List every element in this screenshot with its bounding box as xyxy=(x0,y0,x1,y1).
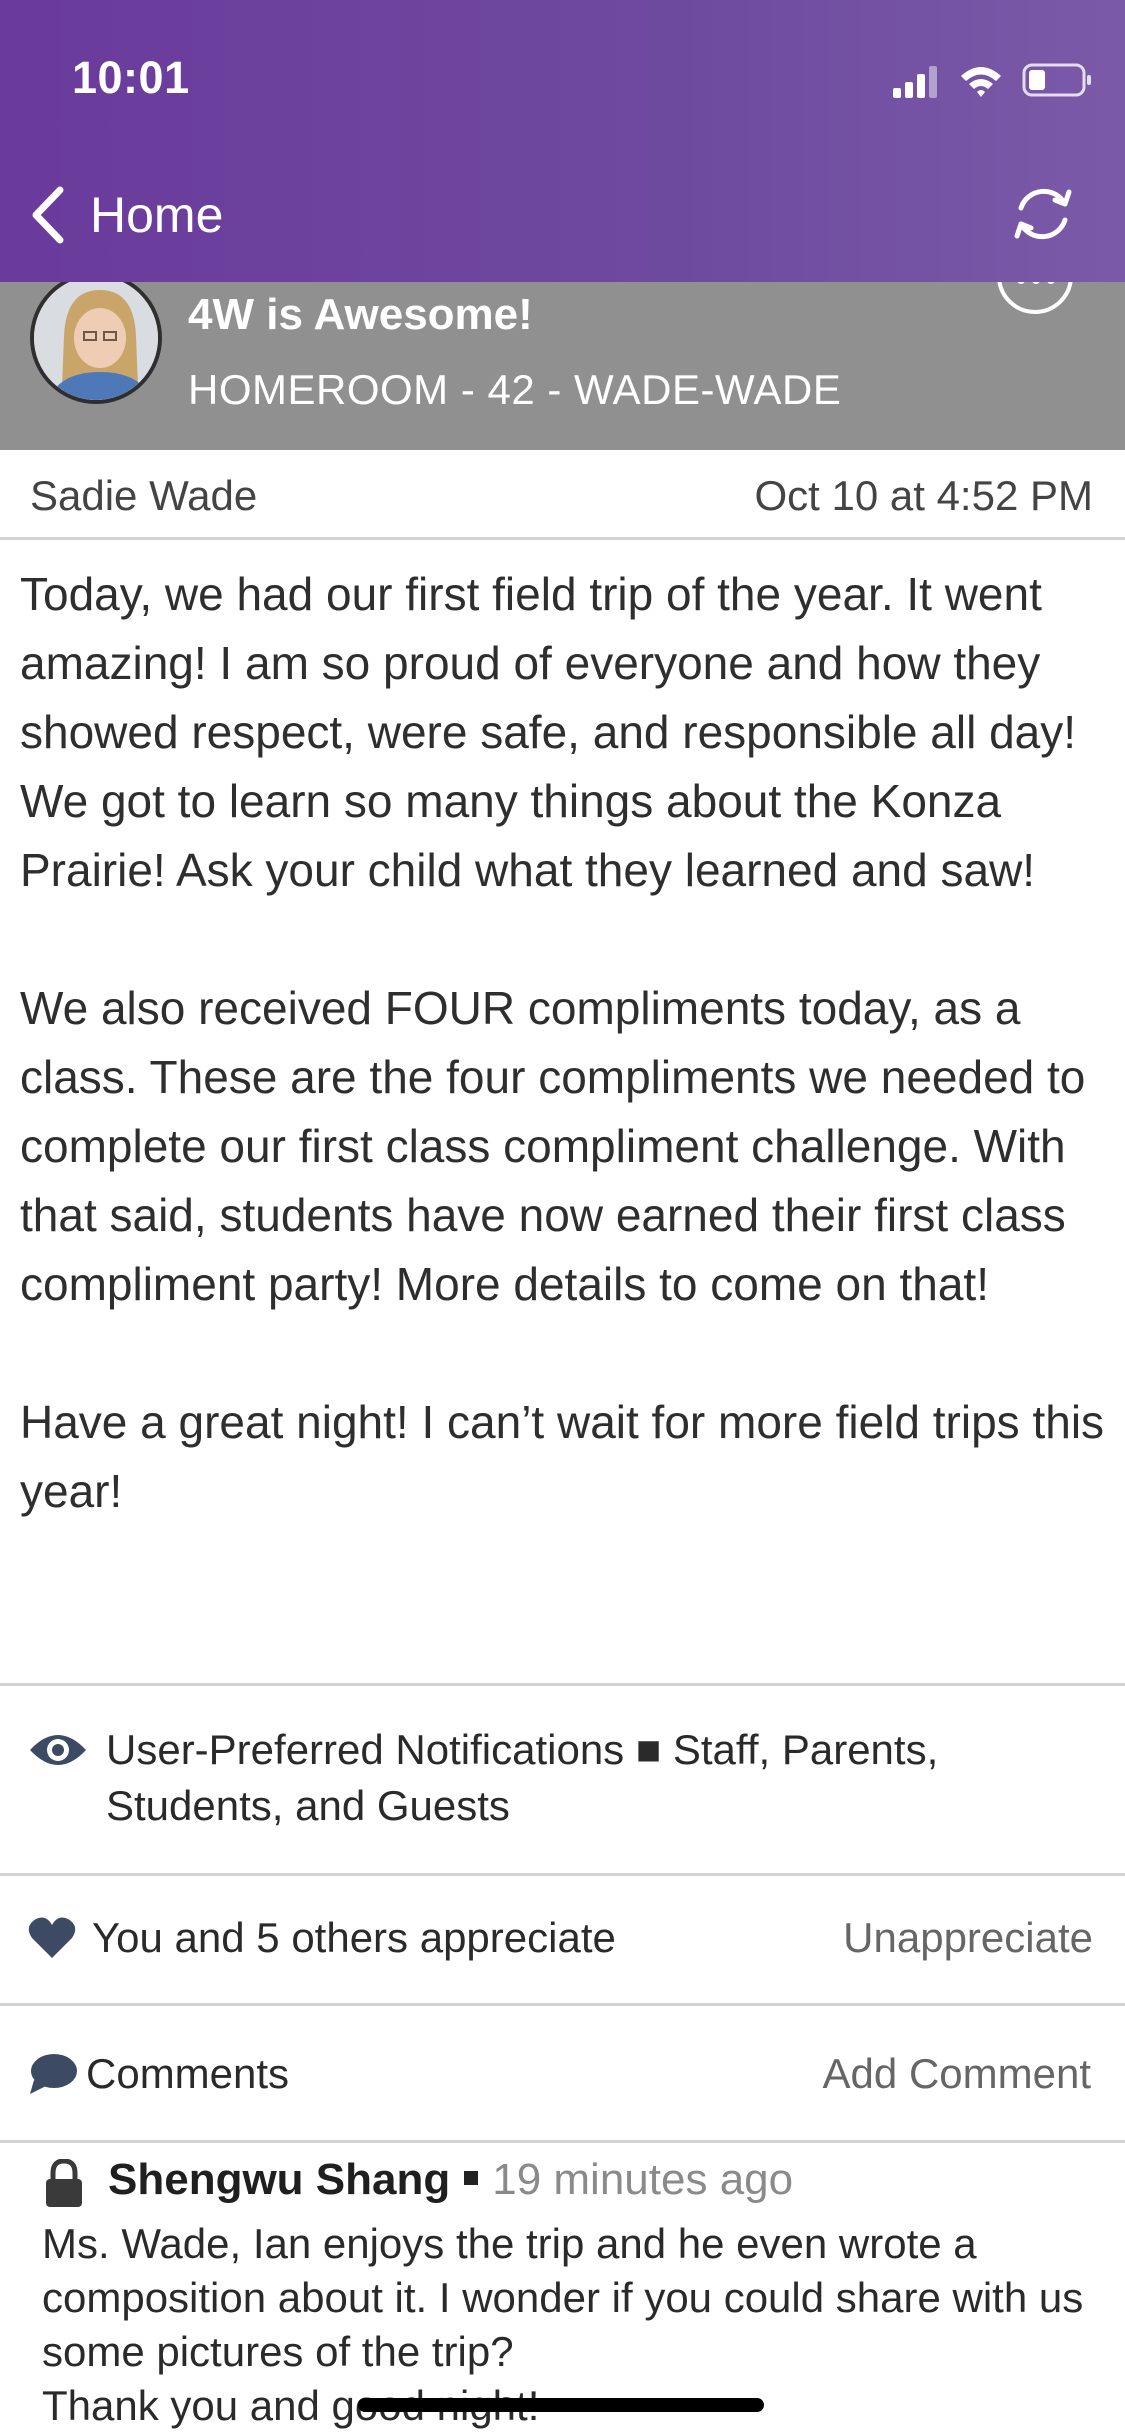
appreciate-count: You and 5 others appreciate xyxy=(92,1914,616,1961)
refresh-icon[interactable] xyxy=(1007,178,1079,250)
more-options-button[interactable] xyxy=(997,282,1073,314)
visibility-text: User-Preferred Notifications ■ Staff, Pa… xyxy=(106,1726,939,1829)
battery-icon xyxy=(1022,63,1091,97)
divider xyxy=(0,2140,1125,2143)
top-bar: 10:01 Home xyxy=(0,0,1125,282)
comments-label: Comments xyxy=(86,2050,290,2097)
group-subtitle: HOMEROOM - 42 - WADE-WADE xyxy=(188,366,842,413)
appreciate-row: You and 5 others appreciate Unappreciate xyxy=(0,1876,1125,2002)
group-banner: 4W is Awesome! HOMEROOM - 42 - WADE-WADE xyxy=(0,282,1125,450)
post-body: Today, we had our first field trip of th… xyxy=(20,560,1110,1526)
comment-header: Shengwu Shang 19 minutes ago xyxy=(108,2155,793,2205)
lock-icon xyxy=(46,2159,82,2207)
post-paragraph: We also received FOUR compliments today,… xyxy=(20,982,1086,1310)
post-author-row: Sadie Wade Oct 10 at 4:52 PM xyxy=(0,450,1125,540)
chevron-left-icon xyxy=(32,186,64,244)
post-date: Oct 10 at 4:52 PM xyxy=(754,472,1093,519)
eye-icon xyxy=(30,1735,86,1765)
cellular-signal-icon xyxy=(893,66,937,98)
separator-square xyxy=(464,2171,479,2186)
post-paragraph: Today, we had our first field trip of th… xyxy=(20,568,1077,896)
avatar xyxy=(30,282,162,404)
heart-icon[interactable] xyxy=(28,1916,76,1960)
comment-item: Shengwu Shang 19 minutes ago Ms. Wade, Ia… xyxy=(0,2145,1125,2436)
wifi-icon xyxy=(961,67,1001,97)
visibility-row: User-Preferred Notifications ■ Staff, Pa… xyxy=(0,1686,1125,1873)
back-button[interactable]: Home xyxy=(22,180,223,250)
comments-header: Comments Add Comment xyxy=(0,2006,1125,2142)
speech-bubble-icon xyxy=(30,2054,77,2094)
unappreciate-button[interactable]: Unappreciate xyxy=(843,1914,1093,1962)
add-comment-button[interactable]: Add Comment xyxy=(823,2050,1091,2098)
comment-author: Shengwu Shang xyxy=(108,2155,451,2204)
post-paragraph: Have a great night! I can’t wait for mor… xyxy=(20,1396,1105,1517)
post-author: Sadie Wade xyxy=(30,472,258,519)
home-indicator xyxy=(358,2398,764,2412)
group-title: 4W is Awesome! xyxy=(188,290,533,339)
comment-time: 19 minutes ago xyxy=(492,2155,794,2204)
status-time: 10:01 xyxy=(72,52,190,103)
back-label: Home xyxy=(90,187,224,243)
status-icons xyxy=(893,63,1091,98)
